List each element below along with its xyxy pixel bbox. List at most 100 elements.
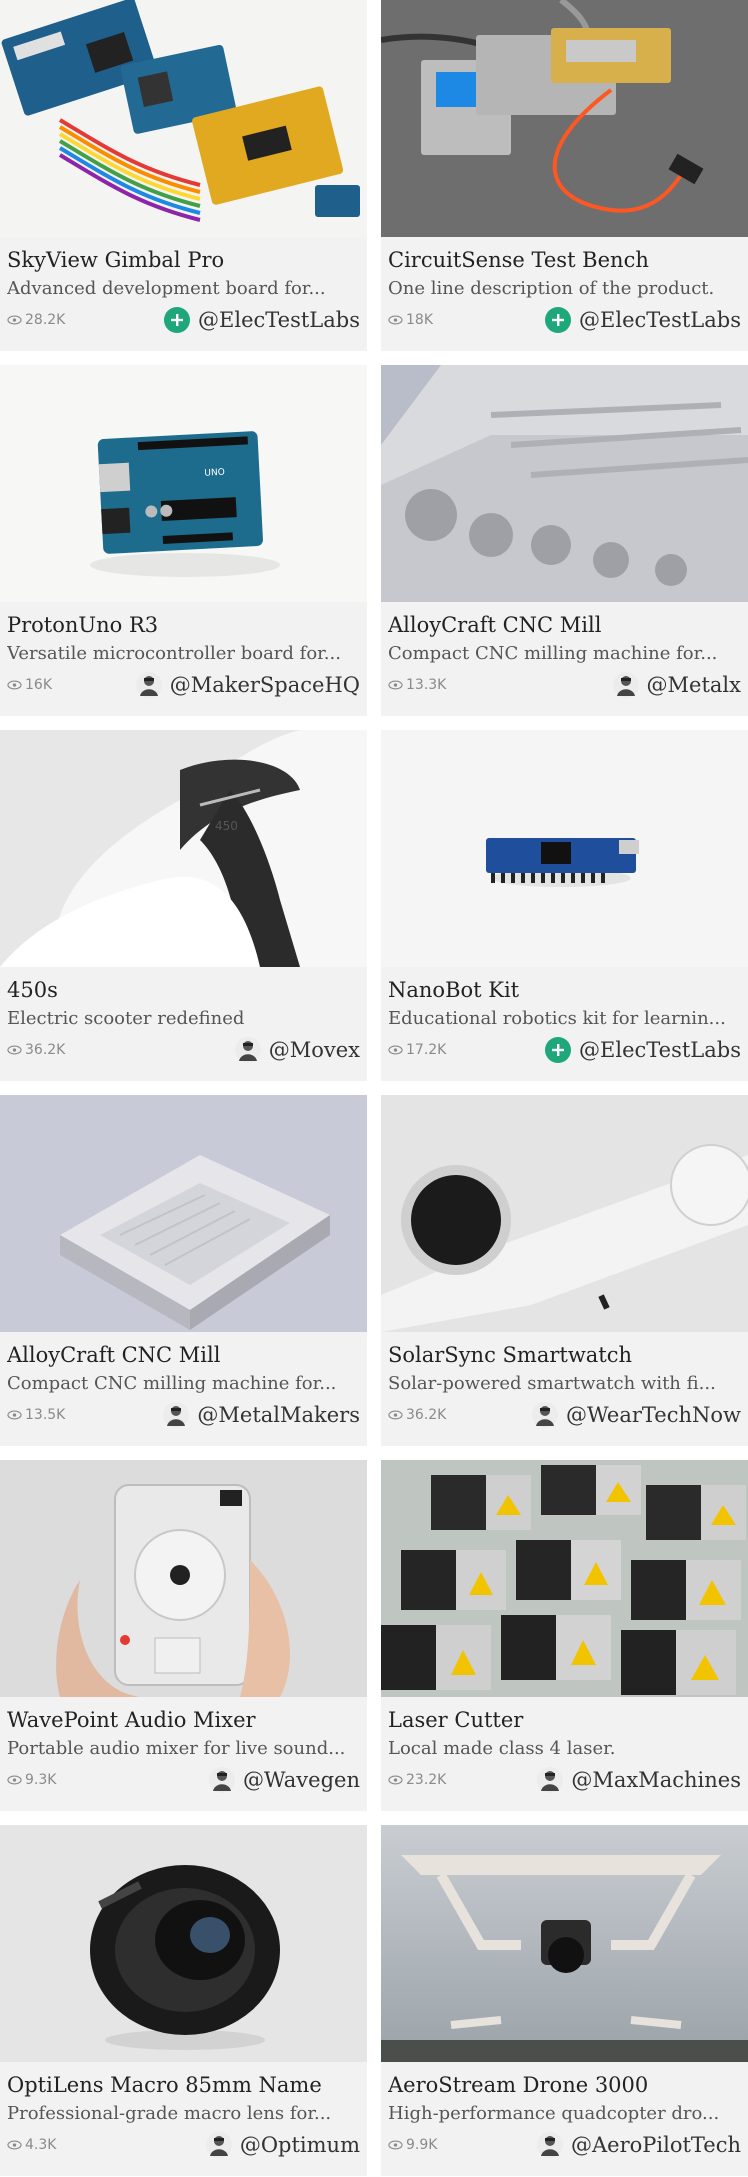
view-count: 4.3K [7,2137,56,2153]
product-image[interactable] [381,1825,748,2062]
product-description: Versatile microcontroller board for... [7,643,341,664]
author-handle[interactable]: @WearTechNow [566,1403,741,1427]
product-image[interactable] [381,365,748,602]
view-count: 36.2K [7,1042,65,1058]
product-description: Professional-grade macro lens for... [7,2103,332,2124]
user-avatar [532,1402,559,1428]
product-image[interactable] [0,1825,367,2062]
product-card[interactable]: AlloyCraft CNC Mill Compact CNC milling … [0,1095,367,1446]
author-handle[interactable]: @Movex [269,1038,360,1062]
author-link[interactable]: @ElecTestLabs [545,1037,741,1063]
view-count: 17.2K [388,1042,446,1058]
product-card[interactable]: UNO ProtonUno R3 Versatile microcontroll… [0,365,367,716]
author-link[interactable]: @Wavegen [209,1767,360,1793]
eye-icon [388,1410,403,1420]
user-avatar [163,1402,190,1428]
plus-icon [164,307,191,333]
author-link[interactable]: @Movex [234,1037,360,1063]
author-handle[interactable]: @Metalx [647,673,741,697]
product-grid: SkyView Gimbal Pro Advanced development … [0,0,748,2176]
product-title[interactable]: OptiLens Macro 85mm Name [7,2072,360,2098]
author-handle[interactable]: @MetalMakers [197,1403,360,1427]
plus-icon [545,307,572,333]
product-image[interactable]: UNO [0,365,367,602]
product-card[interactable]: SkyView Gimbal Pro Advanced development … [0,0,367,351]
product-title[interactable]: SolarSync Smartwatch [388,1342,741,1368]
svg-text:450: 450 [215,819,238,833]
eye-icon [388,315,403,325]
product-description: One line description of the product. [388,278,715,299]
product-card[interactable]: Laser Cutter Local made class 4 laser. 2… [381,1460,748,1811]
author-handle[interactable]: @ElecTestLabs [579,1038,741,1062]
product-card[interactable]: AlloyCraft CNC Mill Compact CNC milling … [381,365,748,716]
product-title[interactable]: AlloyCraft CNC Mill [7,1342,360,1368]
author-link[interactable]: @MakerSpaceHQ [135,672,360,698]
product-card[interactable]: CircuitSense Test Bench One line descrip… [381,0,748,351]
user-avatar [205,2132,232,2158]
author-link[interactable]: @Metalx [612,672,741,698]
product-image[interactable] [0,1095,367,1332]
product-title[interactable]: ProtonUno R3 [7,612,360,638]
product-title[interactable]: AlloyCraft CNC Mill [388,612,741,638]
product-image[interactable] [381,730,748,967]
view-count-value: 13.3K [406,677,447,693]
view-count-value: 9.9K [406,2137,438,2153]
author-link[interactable]: @Optimum [205,2132,360,2158]
view-count: 9.9K [388,2137,437,2153]
product-card[interactable]: 450 450s Electric scooter redefined 36.2… [0,730,367,1081]
product-image[interactable] [381,1460,748,1697]
view-count-value: 18K [406,312,433,328]
product-title[interactable]: 450s [7,977,360,1003]
product-title[interactable]: AeroStream Drone 3000 [388,2072,741,2098]
author-handle[interactable]: @AeroPilotTech [571,2133,741,2157]
user-avatar [612,672,639,698]
product-image[interactable] [0,1460,367,1697]
user-avatar [537,1767,564,1793]
author-handle[interactable]: @Optimum [240,2133,360,2157]
author-link[interactable]: @MetalMakers [163,1402,360,1428]
product-card[interactable]: SolarSync Smartwatch Solar-powered smart… [381,1095,748,1446]
product-image[interactable] [381,0,748,237]
product-image[interactable]: 450 [0,730,367,967]
view-count: 36.2K [388,1407,446,1423]
product-card[interactable]: WavePoint Audio Mixer Portable audio mix… [0,1460,367,1811]
eye-icon [7,1410,22,1420]
eye-icon [7,1045,22,1055]
product-card[interactable]: NanoBot Kit Educational robotics kit for… [381,730,748,1081]
product-title[interactable]: WavePoint Audio Mixer [7,1707,360,1733]
product-description: Compact CNC milling machine for... [7,1373,337,1394]
author-handle[interactable]: @Wavegen [243,1768,360,1792]
author-link[interactable]: @ElecTestLabs [164,307,360,333]
product-description: Portable audio mixer for live sound... [7,1738,346,1759]
product-description: Advanced development board for... [7,278,326,299]
view-count: 18K [388,312,433,328]
product-description: Compact CNC milling machine for... [388,643,718,664]
view-count-value: 4.3K [25,2137,57,2153]
product-description: High-performance quadcopter dro... [388,2103,720,2124]
view-count-value: 17.2K [406,1042,447,1058]
user-avatar [536,2132,563,2158]
product-card[interactable]: AeroStream Drone 3000 High-performance q… [381,1825,748,2176]
author-handle[interactable]: @MaxMachines [571,1768,741,1792]
product-card[interactable]: OptiLens Macro 85mm Name Professional-gr… [0,1825,367,2176]
view-count: 13.3K [388,677,446,693]
product-image[interactable] [381,1095,748,1332]
product-title[interactable]: CircuitSense Test Bench [388,247,741,273]
product-title[interactable]: SkyView Gimbal Pro [7,247,360,273]
view-count: 28.2K [7,312,65,328]
author-link[interactable]: @ElecTestLabs [545,307,741,333]
user-avatar [234,1037,261,1063]
author-link[interactable]: @WearTechNow [532,1402,741,1428]
author-handle[interactable]: @ElecTestLabs [198,308,360,332]
view-count: 13.5K [7,1407,65,1423]
author-handle[interactable]: @MakerSpaceHQ [170,673,360,697]
product-title[interactable]: NanoBot Kit [388,977,741,1003]
product-title[interactable]: Laser Cutter [388,1707,741,1733]
author-handle[interactable]: @ElecTestLabs [579,308,741,332]
author-link[interactable]: @MaxMachines [537,1767,741,1793]
author-link[interactable]: @AeroPilotTech [536,2132,741,2158]
product-description: Solar-powered smartwatch with fi... [388,1373,716,1394]
product-image[interactable] [0,0,367,237]
view-count: 23.2K [388,1772,446,1788]
view-count-value: 36.2K [406,1407,447,1423]
